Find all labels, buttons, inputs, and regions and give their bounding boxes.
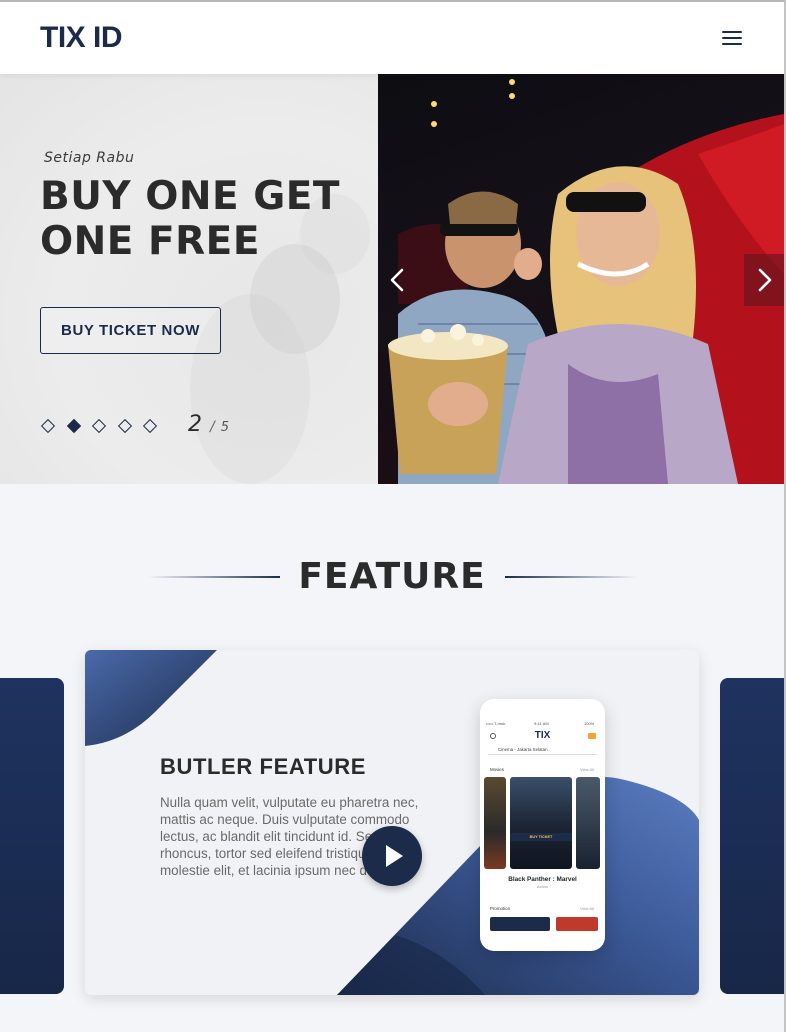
user-icon xyxy=(490,733,496,739)
heading-rule-right xyxy=(505,576,637,578)
phone-mockup: ••••• T-mob 9:41 AM 100% TIX Cinema - Ja… xyxy=(480,699,605,951)
phone-location: Cinema - Jakarta Selatan xyxy=(488,746,597,755)
phone-buy-ticket: BUY TICKET xyxy=(510,833,572,841)
hero-subtitle: Setiap Rabu xyxy=(44,150,135,166)
feature-card: BUTLER FEATURE Nulla quam velit, vulputa… xyxy=(85,650,699,995)
hamburger-menu-icon[interactable] xyxy=(720,28,744,48)
phone-status-right: 100% xyxy=(584,721,595,726)
promo-thumb-1 xyxy=(490,917,550,931)
promo-thumb-2 xyxy=(556,917,598,931)
slide-total: 5 xyxy=(220,420,229,435)
phone-movies-label: Movies xyxy=(490,767,504,772)
slide-current: 2 xyxy=(188,412,202,437)
cinema-audience-photo xyxy=(378,74,784,484)
slide-separator: / xyxy=(210,419,215,435)
chevron-left-icon[interactable] xyxy=(380,258,414,302)
next-feature-card[interactable] xyxy=(720,678,784,994)
hero-carousel: Setiap Rabu BUY ONE GET ONE FREE BUY TIC… xyxy=(0,74,784,484)
card-title: BUTLER FEATURE xyxy=(160,754,366,779)
site-header: TIX ID xyxy=(0,2,784,74)
phone-status-bar: ••••• T-mob 9:41 AM 100% xyxy=(486,721,599,727)
play-video-button[interactable] xyxy=(362,826,422,886)
phone-status-left: ••••• T-mob xyxy=(486,721,506,726)
poster-left xyxy=(484,777,506,869)
play-icon xyxy=(386,845,403,867)
slide-counter: 2 / 5 xyxy=(188,412,229,437)
phone-view-all: View All xyxy=(580,767,594,772)
ticket-icon xyxy=(588,733,596,739)
feature-heading: FEATURE xyxy=(298,556,486,597)
phone-promotion-view-all: View All xyxy=(580,906,594,911)
prev-feature-card[interactable] xyxy=(0,678,64,994)
phone-movie-genre: Action xyxy=(536,884,549,889)
phone-status-time: 9:41 AM xyxy=(534,721,549,726)
phone-promotion-label: Promotion xyxy=(490,906,511,911)
page: TIX ID Setiap Rabu BUY ONE GET ONE FREE … xyxy=(0,0,786,1032)
phone-movie-title: Black Panther : Marvel xyxy=(508,876,577,883)
tix-id-logo[interactable]: TIX ID xyxy=(40,22,123,54)
hero-headline: BUY ONE GET ONE FREE xyxy=(40,174,340,264)
phone-app-logo: TIX xyxy=(534,730,551,741)
poster-right xyxy=(576,777,600,869)
chevron-right-icon[interactable] xyxy=(744,254,784,306)
poster-black-panther xyxy=(510,777,572,869)
buy-ticket-button[interactable]: BUY TICKET NOW xyxy=(40,307,221,354)
